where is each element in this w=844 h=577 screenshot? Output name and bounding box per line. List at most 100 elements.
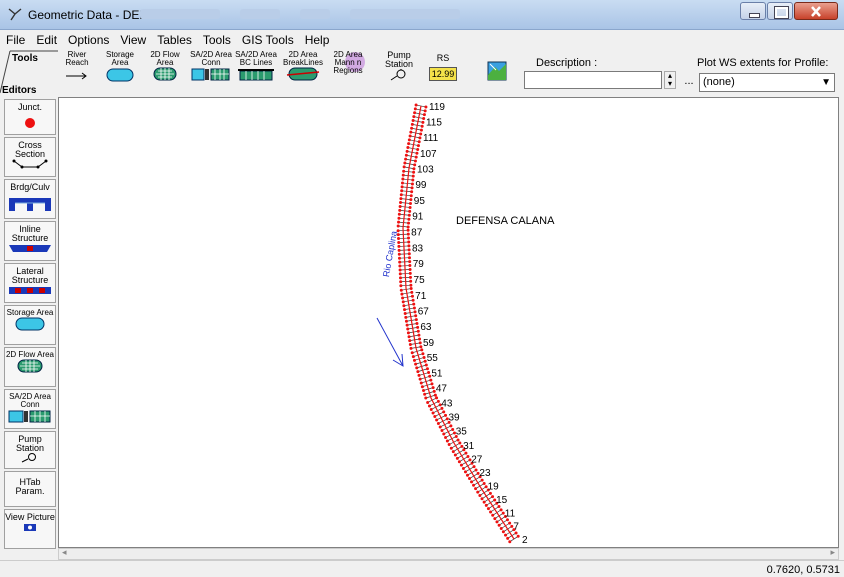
cross-section-endpoint (399, 284, 403, 288)
scroll-left-icon[interactable]: ◂ (62, 547, 67, 558)
station-label: 83 (412, 243, 424, 254)
menu-help[interactable]: Help (299, 31, 335, 47)
editor-htab-button[interactable]: HTab Param. (4, 471, 56, 507)
cross-section-endpoint (499, 508, 503, 512)
editor-cross-section-button[interactable]: Cross Section (4, 137, 56, 177)
station-label: 91 (412, 212, 424, 223)
editor-lateral-structure-label: Lateral Structure (11, 266, 49, 285)
station-label: 39 (449, 413, 461, 424)
editor-bridge-culvert-button[interactable]: Brdg/Culv (4, 179, 56, 219)
editor-lateral-structure-button[interactable]: Lateral Structure (4, 263, 56, 303)
cross-section-endpoint (398, 272, 402, 276)
plot-ws-select[interactable]: (none) ▼ (699, 73, 835, 92)
cross-section-endpoint (408, 339, 412, 343)
editor-junction-button[interactable]: Junct. (4, 99, 56, 135)
cross-section-endpoint (410, 290, 414, 294)
editor-2d-flow-area-button[interactable]: 2D Flow Area (4, 347, 56, 387)
bc-lines-icon (238, 69, 274, 81)
cross-section-endpoint (398, 260, 402, 264)
editor-storage-area-button[interactable]: Storage Area (4, 305, 56, 345)
cross-section-endpoint (412, 302, 416, 306)
cross-section-endpoint (420, 385, 424, 389)
editor-storage-area-label: Storage Area (6, 308, 54, 317)
editor-junction-label: Junct. (17, 102, 42, 112)
menu-file[interactable]: File (0, 31, 30, 47)
cross-section-endpoint (421, 352, 425, 356)
cross-section-endpoint (416, 147, 420, 151)
cross-section-endpoint (416, 370, 420, 374)
pump-station-tool-button[interactable]: Pump Station (384, 51, 414, 95)
cross-section-endpoint (468, 477, 472, 481)
cross-section-endpoint (412, 358, 416, 362)
menu-view[interactable]: View (114, 31, 151, 47)
maximize-button[interactable] (767, 2, 793, 20)
station-label: 79 (413, 259, 425, 270)
storage-area-icon (15, 317, 45, 331)
cross-section-endpoint (398, 264, 402, 268)
cross-section-endpoint (416, 329, 420, 333)
river-reach-tool-button[interactable]: River Reach (62, 51, 92, 95)
cross-section-endpoint (423, 392, 427, 396)
menu-gis-tools[interactable]: GIS Tools (236, 31, 299, 47)
breaklines-tool-button[interactable]: 2D Area BreakLines (282, 51, 324, 95)
cross-section-endpoint (407, 221, 411, 225)
horizontal-scrollbar[interactable]: ◂ ▸ (58, 547, 839, 560)
rs-tool-button[interactable]: RS 12.99 (424, 51, 462, 95)
station-label: 27 (471, 454, 483, 465)
scroll-right-icon[interactable]: ▸ (830, 547, 835, 558)
editor-pump-station-button[interactable]: Pump Station (4, 431, 56, 469)
station-label: 43 (441, 398, 453, 409)
cross-section-endpoint (463, 470, 467, 474)
cross-section-endpoint (470, 480, 474, 484)
cross-section-endpoint (403, 311, 407, 315)
menu-options[interactable]: Options (62, 31, 114, 47)
cross-section-endpoint (429, 407, 433, 411)
chevron-down-icon: ▼ (821, 77, 831, 88)
maximize-icon (774, 6, 789, 19)
map-tool-button[interactable] (484, 51, 510, 95)
cross-section-endpoint (410, 294, 414, 298)
description-spinner[interactable]: ▴ ▾ (664, 71, 676, 89)
2d-flow-area-tool-label: 2D Flow Area (150, 50, 180, 67)
editor-sa-2d-conn-button[interactable]: SA/2D Area Conn (4, 389, 56, 429)
sa-2d-conn-icon (191, 68, 230, 81)
cross-section-endpoint (412, 167, 416, 171)
editor-view-picture-button[interactable]: View Picture (4, 509, 56, 549)
bc-lines-tool-button[interactable]: SA/2D Area BC Lines (234, 51, 278, 95)
mann-n-regions-tool-button[interactable]: 2D Area Mann n Regions (328, 51, 368, 95)
description-dots-button[interactable]: ... (680, 75, 698, 91)
cross-section-endpoint (497, 523, 501, 527)
cross-section-endpoint (478, 493, 482, 497)
2d-flow-area-tool-button[interactable]: 2D Flow Area (150, 51, 180, 95)
cross-section-endpoint (516, 534, 520, 538)
cross-section-endpoint (411, 178, 415, 182)
storage-area-tool-button[interactable]: Storage Area (104, 51, 136, 95)
menu-edit[interactable]: Edit (30, 31, 62, 47)
sa-2d-conn-tool-button[interactable]: SA/2D Area Conn (190, 51, 232, 95)
close-button[interactable] (794, 2, 838, 20)
cross-section-endpoint (408, 202, 412, 206)
cross-section-endpoint (407, 213, 411, 217)
editors-label: Editors (2, 85, 37, 96)
station-label: 71 (415, 291, 427, 302)
station-label: 51 (431, 368, 443, 379)
cross-section-endpoint (397, 248, 401, 252)
cross-section-endpoint (400, 185, 404, 189)
geometry-map-canvas[interactable]: 119 115 111 107 103 99 95 91 87 83 79 75 71 67 63 59 55 5… (58, 97, 839, 548)
cross-section-endpoint (404, 157, 408, 161)
blurred-tab (240, 9, 280, 19)
geometry-map-drawing: 119 115 111 107 103 99 95 91 87 83 79 75 71 67 63 59 55 5… (376, 102, 528, 546)
description-input[interactable] (524, 71, 662, 89)
minimize-button[interactable] (740, 2, 766, 20)
2d-flow-area-icon (17, 359, 43, 373)
station-label: 67 (418, 307, 430, 318)
cross-section-endpoint (447, 442, 451, 446)
station-label: 19 (488, 482, 500, 493)
menu-tables[interactable]: Tables (151, 31, 197, 47)
cross-section-endpoint (407, 217, 411, 221)
cross-section-endpoint (418, 377, 422, 381)
cross-section-endpoint (421, 120, 425, 124)
editor-inline-structure-button[interactable]: Inline Structure (4, 221, 56, 261)
cross-section-endpoint (408, 343, 412, 347)
menu-tools[interactable]: Tools (197, 31, 236, 47)
